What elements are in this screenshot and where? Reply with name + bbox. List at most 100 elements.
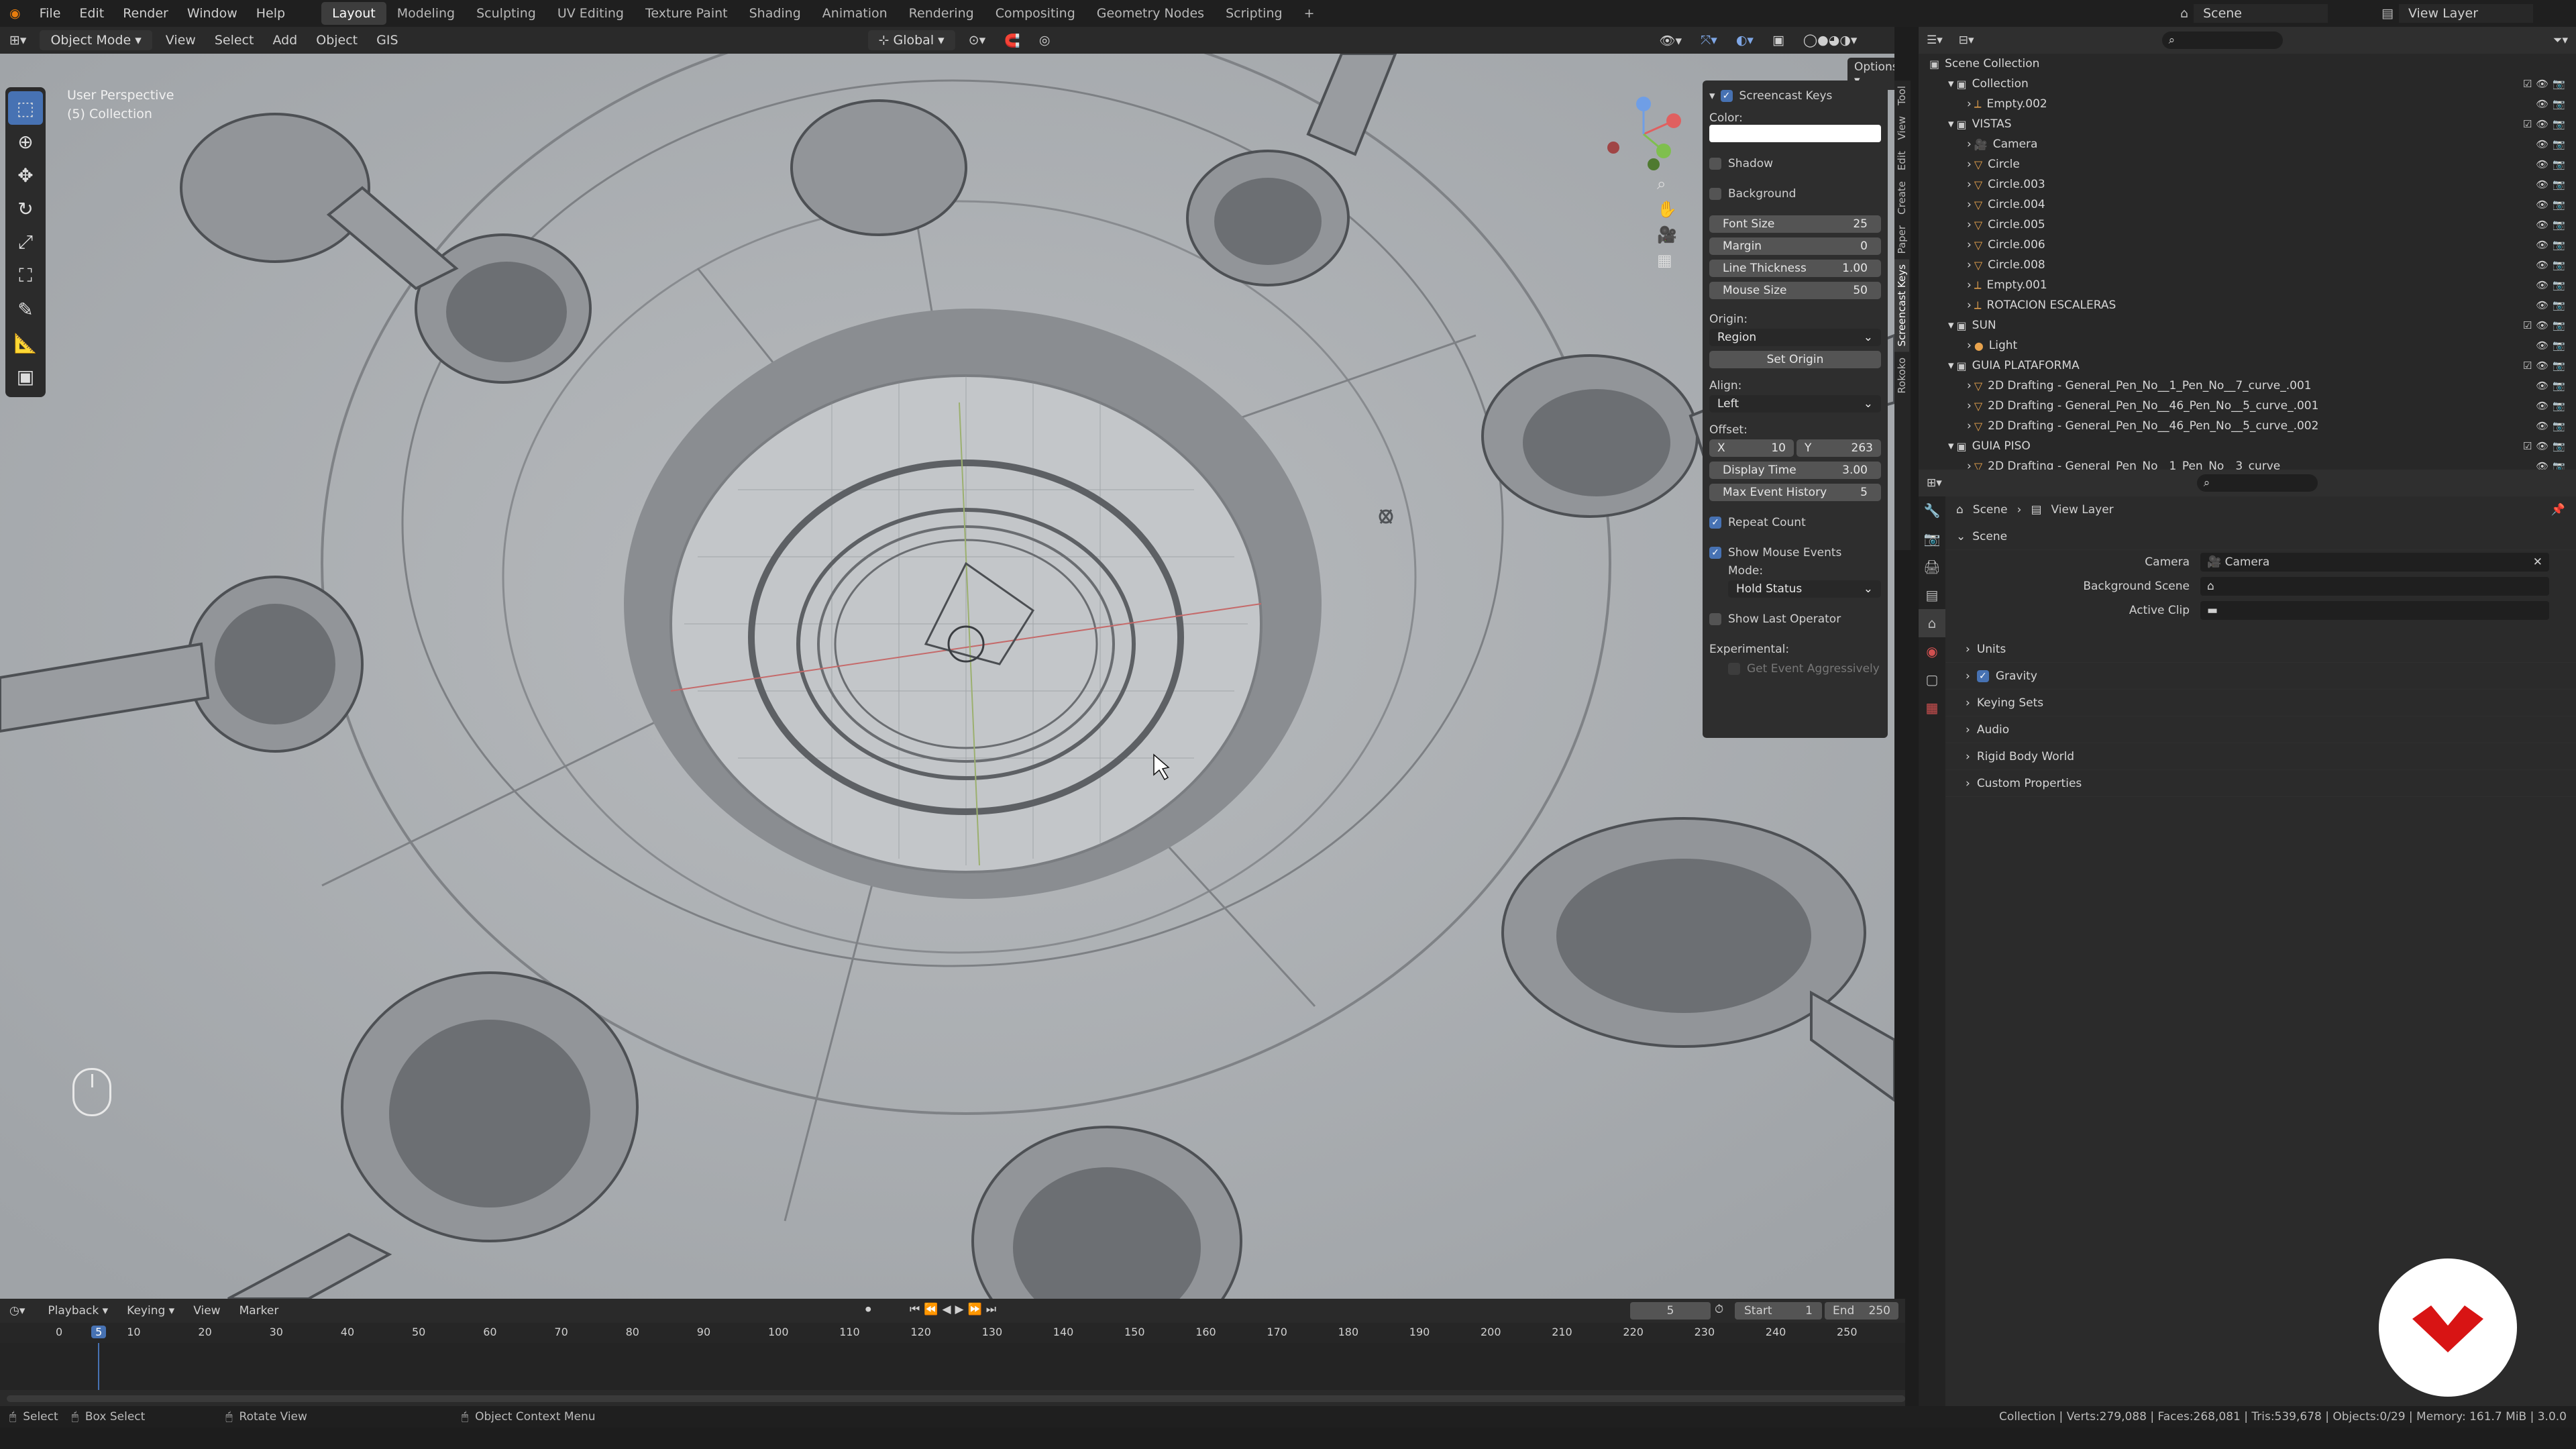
breadcrumb-view-layer[interactable]: View Layer	[2051, 503, 2114, 517]
visibility-toggles-icon[interactable]: 👁📷	[2536, 138, 2569, 150]
tab-edit[interactable]: Edit	[1894, 146, 1909, 176]
pan-hand-icon[interactable]: ✋	[1657, 200, 1677, 219]
menu-edit[interactable]: Edit	[70, 6, 113, 21]
outliner-row[interactable]: › ⟂ Empty.002 👁📷	[1919, 94, 2576, 114]
mouse-mode-dropdown[interactable]: Hold Status ⌄	[1728, 580, 1881, 598]
offset-y-field[interactable]: Y 263	[1796, 439, 1881, 457]
tab-scripting[interactable]: Scripting	[1215, 2, 1293, 25]
outliner-row[interactable]: › ▽ 2D Drafting - General_Pen_No__46_Pen_…	[1919, 416, 2576, 436]
outliner-editor-icon[interactable]: ☰▾	[1927, 34, 1943, 47]
panel-custom-properties[interactable]: › Custom Properties	[1919, 770, 2576, 797]
tab-view[interactable]: View	[1894, 111, 1909, 146]
chevron-right-icon[interactable]: ›	[1967, 238, 1972, 252]
outliner-row[interactable]: ▾ ▣ GUIA PLATAFORMA ☑👁📷	[1919, 356, 2576, 376]
record-icon[interactable]: ⏺	[865, 1303, 871, 1316]
tab-modeling[interactable]: Modeling	[386, 2, 466, 25]
panel-keying-sets[interactable]: › Keying Sets	[1919, 690, 2576, 716]
properties-search-input[interactable]: ⌕	[2196, 474, 2318, 492]
background-checkbox[interactable]	[1709, 187, 1721, 200]
outliner-row[interactable]: › 🎥 Camera 👁📷	[1919, 134, 2576, 154]
visibility-toggles-icon[interactable]: 👁📷	[2536, 98, 2569, 110]
menu-window[interactable]: Window	[178, 6, 247, 21]
mouse-size-field[interactable]: Mouse Size 50	[1709, 281, 1881, 299]
expand-icon[interactable]: ▾	[1948, 117, 1954, 131]
tab-layout[interactable]: Layout	[321, 2, 386, 25]
mode-dropdown[interactable]: Object Mode ▾	[40, 30, 152, 50]
view-layer-props-icon[interactable]: ▤	[1919, 581, 1945, 609]
visibility-toggles-icon[interactable]: ☑👁📷	[2523, 360, 2569, 372]
outliner-row[interactable]: › ▽ Circle 👁📷	[1919, 154, 2576, 174]
background-scene-field[interactable]: ⌂	[2200, 577, 2549, 596]
repeat-count-checkbox[interactable]: ✓	[1709, 516, 1721, 529]
camera-view-icon[interactable]: 🎥	[1657, 225, 1677, 244]
get-event-aggressively-checkbox[interactable]	[1728, 662, 1740, 675]
menu-marker[interactable]: Marker	[230, 1301, 288, 1320]
timeline-scrollbar[interactable]	[7, 1395, 1905, 1402]
visibility-toggles-icon[interactable]: ☑👁📷	[2523, 118, 2569, 130]
chevron-right-icon[interactable]: ›	[1967, 178, 1972, 191]
tab-texture-paint[interactable]: Texture Paint	[635, 2, 739, 25]
expand-icon[interactable]: ▾	[1948, 439, 1954, 453]
visibility-toggles-icon[interactable]: 👁📷	[2536, 239, 2569, 251]
chevron-right-icon[interactable]: ›	[1967, 218, 1972, 231]
orientation-dropdown[interactable]: ⊹ Global ▾	[867, 30, 955, 50]
collapse-chevron-icon[interactable]: ▾	[1709, 89, 1715, 103]
chevron-right-icon[interactable]: ›	[1967, 198, 1972, 211]
menu-render[interactable]: Render	[113, 6, 178, 21]
outliner-row[interactable]: › ⟂ Empty.001 👁📷	[1919, 275, 2576, 295]
chevron-right-icon[interactable]: ›	[1967, 339, 1972, 352]
pin-icon[interactable]: 📌	[2551, 503, 2565, 517]
show-mouse-events-checkbox[interactable]: ✓	[1709, 546, 1721, 559]
visibility-toggles-icon[interactable]: 👁📷	[2536, 199, 2569, 211]
collection-props-icon[interactable]: ▢	[1919, 665, 1945, 694]
expand-icon[interactable]: ▾	[1948, 359, 1954, 372]
visibility-toggles-icon[interactable]: 👁📷	[2536, 380, 2569, 392]
transform-icon[interactable]: ⛶	[8, 259, 43, 292]
menu-playback[interactable]: Playback ▾	[38, 1301, 117, 1320]
line-thickness-field[interactable]: Line Thickness 1.00	[1709, 259, 1881, 277]
tab-create[interactable]: Create	[1894, 176, 1909, 220]
add-cube-icon[interactable]: ▣	[8, 360, 43, 393]
chevron-right-icon[interactable]: ›	[1967, 138, 1972, 151]
outliner-row[interactable]: › ▽ Circle.004 👁📷	[1919, 195, 2576, 215]
panel-rigid-body-world[interactable]: › Rigid Body World	[1919, 743, 2576, 770]
outliner-row[interactable]: › ▽ Circle.005 👁📷	[1919, 215, 2576, 235]
view-layer-name[interactable]: View Layer	[2398, 4, 2533, 23]
outliner-row[interactable]: › ▽ Circle.003 👁📷	[1919, 174, 2576, 195]
frame-ruler[interactable]: 0 5 10 20 30 40 50 60 70 80 90 100 110 120 130 140 150 16…	[0, 1323, 1905, 1343]
render-props-icon[interactable]: 📷	[1919, 525, 1945, 553]
outliner-row[interactable]: ▾ ▣ GUIA PISO ☑👁📷	[1919, 436, 2576, 456]
font-size-field[interactable]: Font Size 25	[1709, 215, 1881, 233]
show-last-operator-checkbox[interactable]	[1709, 612, 1721, 625]
tab-screencast-keys[interactable]: Screencast Keys	[1894, 259, 1909, 352]
chevron-right-icon[interactable]: ›	[1967, 97, 1972, 111]
menu-timeline-view[interactable]: View	[184, 1301, 229, 1320]
active-clip-field[interactable]: ▬	[2200, 601, 2549, 620]
select-box-icon[interactable]: ⬚	[8, 91, 43, 125]
visibility-toggles-icon[interactable]: 👁📷	[2536, 279, 2569, 291]
scene-name[interactable]: Scene	[2194, 4, 2328, 23]
outliner-row[interactable]: ▾ ▣ Collection ☑👁📷	[1919, 74, 2576, 94]
align-dropdown[interactable]: Left ⌄	[1709, 394, 1881, 413]
tab-paper[interactable]: Paper	[1894, 220, 1909, 259]
tab-animation[interactable]: Animation	[812, 2, 898, 25]
visibility-toggles-icon[interactable]: 👁📷	[2536, 178, 2569, 191]
outliner-row[interactable]: › ⟂ ROTACION ESCALERAS 👁📷	[1919, 295, 2576, 315]
visibility-toggles-icon[interactable]: 👁📷	[2536, 259, 2569, 271]
properties-editor-icon[interactable]: ⊞▾	[1927, 476, 1942, 490]
panel-audio[interactable]: › Audio	[1919, 716, 2576, 743]
texture-props-icon[interactable]: ▦	[1919, 694, 1945, 722]
tab-rokoko[interactable]: Rokoko	[1894, 352, 1909, 399]
menu-file[interactable]: File	[30, 6, 70, 21]
editor-type-icon[interactable]: ⊞▾	[0, 30, 36, 50]
snap-icon[interactable]: 🧲	[995, 30, 1030, 51]
menu-add[interactable]: Add	[263, 30, 307, 50]
display-time-field[interactable]: Display Time 3.00	[1709, 461, 1881, 479]
display-mode-icon[interactable]: ⊟▾	[1959, 34, 1974, 47]
scene-section-header[interactable]: ⌄ Scene	[1919, 523, 2576, 550]
visibility-toggles-icon[interactable]: ☑👁📷	[2523, 78, 2569, 90]
blender-logo-icon[interactable]: ◉	[0, 6, 30, 21]
view-layer-selector[interactable]: ▤ View Layer	[2381, 4, 2533, 23]
scene-props-icon[interactable]: ⌂	[1919, 609, 1945, 637]
scene-selector[interactable]: ⌂ Scene	[2180, 4, 2328, 23]
